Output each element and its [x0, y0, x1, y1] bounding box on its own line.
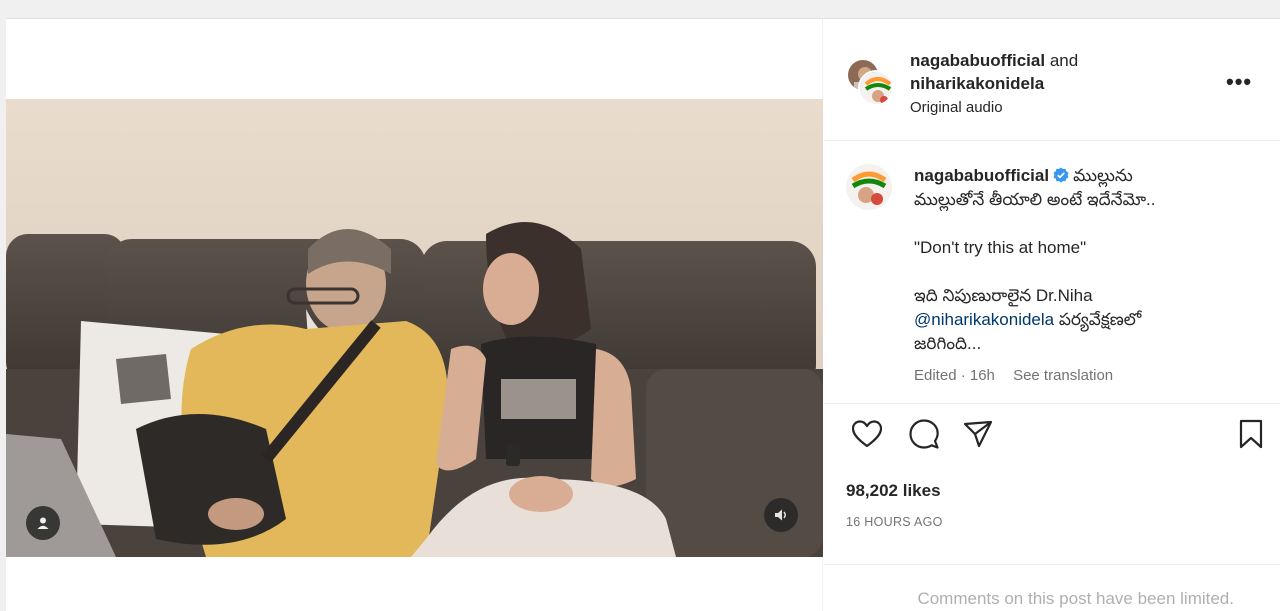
collab-joiner: and — [1049, 51, 1079, 70]
speaker-icon — [773, 507, 789, 523]
save-button[interactable] — [1234, 419, 1268, 453]
audio-link[interactable]: Original audio — [910, 99, 1003, 116]
caption-mention[interactable]: @niharikakonidela — [914, 310, 1054, 329]
comments-limited-text: Comments on this post have been limited. — [917, 589, 1234, 608]
caption-line-5: జరిగింది... — [914, 334, 982, 353]
caption-line-4: పర్యవేక్షణలో — [1054, 310, 1142, 329]
likes-count[interactable]: 98,202 likes — [846, 481, 941, 501]
instagram-post: nagababuofficial and niharikakonidela Or… — [6, 18, 1280, 611]
verified-badge-icon — [1053, 166, 1069, 183]
user-icon — [36, 516, 50, 530]
username-secondary[interactable]: niharikakonidela — [910, 72, 1078, 95]
collab-avatars[interactable] — [846, 58, 894, 106]
username-primary[interactable]: nagababuofficial — [910, 51, 1045, 70]
reel-video[interactable] — [6, 99, 823, 557]
edited-timestamp: Edited · 16h — [914, 367, 995, 384]
send-icon — [963, 420, 993, 453]
caption-text: nagababuofficial ముల్లును ముల్లుతోనే తీయా… — [914, 164, 1264, 356]
caption-line-1: ముల్లును — [1073, 166, 1133, 185]
post-media-pane — [6, 19, 823, 611]
caption-meta: Edited · 16h See translation — [914, 367, 1127, 384]
avatar-secondary — [858, 70, 894, 106]
caption-quote: "Don't try this at home" — [914, 238, 1087, 257]
post-header: nagababuofficial and niharikakonidela Or… — [824, 19, 1280, 141]
caption-line-3: ఇది నిపుణురాలైన Dr.Niha — [914, 286, 1093, 305]
caption-avatar[interactable] — [846, 164, 892, 210]
see-translation-link[interactable]: See translation — [1013, 367, 1113, 384]
post-caption: nagababuofficial ముల్లును ముల్లుతోనే తీయా… — [824, 142, 1280, 404]
comments-limited-notice: Comments on this post have been limited. — [824, 564, 1280, 611]
mute-toggle-button[interactable] — [764, 498, 798, 532]
post-details-pane: nagababuofficial and niharikakonidela Or… — [824, 19, 1280, 611]
more-options-icon[interactable]: ••• — [1226, 71, 1252, 93]
heart-icon — [851, 419, 883, 453]
comment-icon — [909, 418, 939, 454]
comment-button[interactable] — [907, 418, 941, 454]
tagged-users-button[interactable] — [26, 506, 60, 540]
like-button[interactable] — [850, 419, 884, 453]
caption-line-2: ముల్లుతోనే తీయాలి అంటే ఇదేనేమో.. — [914, 190, 1156, 209]
caption-username[interactable]: nagababuofficial — [914, 166, 1049, 185]
collab-usernames: nagababuofficial and niharikakonidela — [910, 49, 1078, 95]
action-bar — [824, 418, 1280, 461]
post-timestamp[interactable]: 16 HOURS AGO — [846, 515, 943, 529]
video-frame-illustration — [6, 99, 823, 557]
bookmark-icon — [1239, 419, 1263, 454]
share-button[interactable] — [961, 419, 995, 453]
